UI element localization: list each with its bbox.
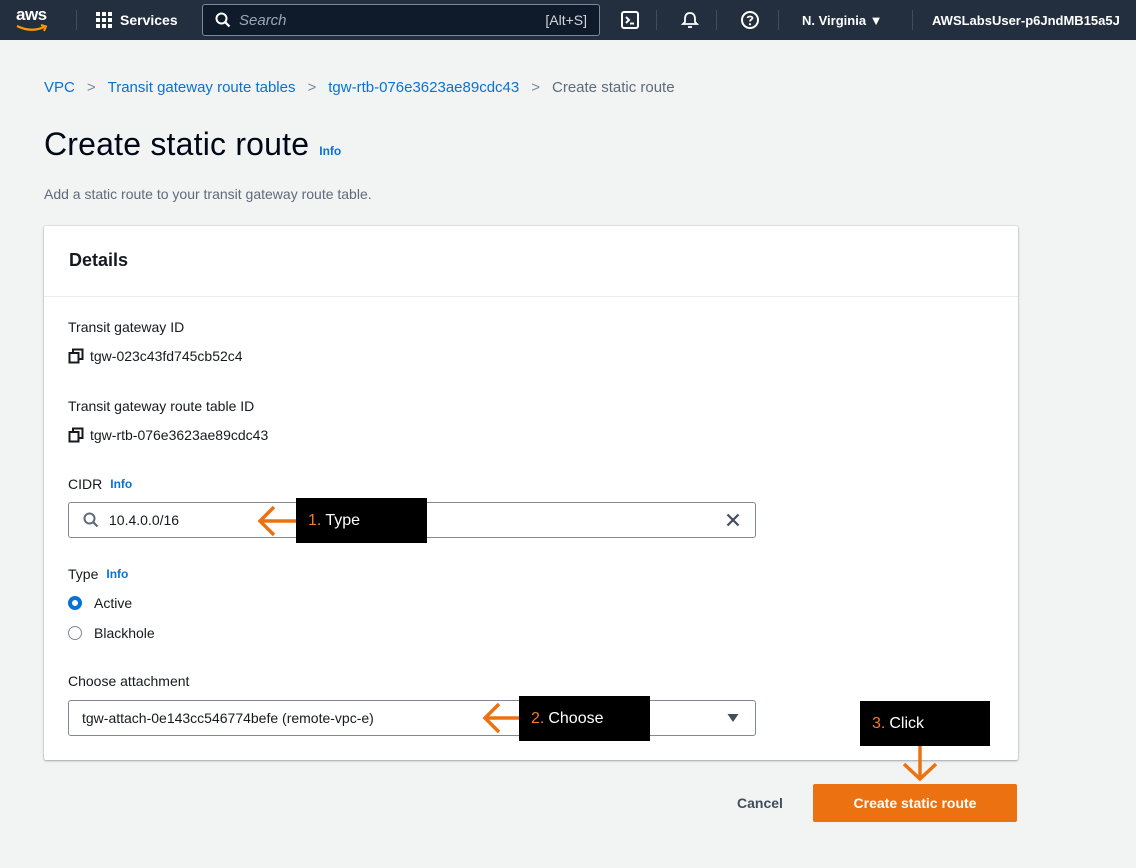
details-panel: Details Transit gateway ID tgw-023c43fd7… <box>44 226 1018 760</box>
copy-icon[interactable] <box>68 348 84 364</box>
step-3-number: 3. <box>872 714 886 732</box>
radio-checked-icon[interactable] <box>68 596 82 610</box>
aws-smile-icon <box>16 24 48 32</box>
tgw-id-value: tgw-023c43fd745cb52c4 <box>90 348 243 364</box>
breadcrumb-route-tables-link[interactable]: Transit gateway route tables <box>108 79 296 96</box>
aws-logo-text: aws <box>16 5 47 24</box>
type-option-active-label: Active <box>94 595 133 611</box>
type-label: Type Info <box>68 566 128 582</box>
help-icon[interactable] <box>738 8 762 32</box>
step-3-text: Click <box>889 714 925 732</box>
tgw-id-row: tgw-023c43fd745cb52c4 <box>68 348 243 364</box>
topbar-divider <box>912 10 913 30</box>
tgw-id-label: Transit gateway ID <box>68 319 184 335</box>
chevron-right-icon: > <box>531 78 540 96</box>
notifications-bell-icon[interactable] <box>678 8 702 32</box>
topbar-divider <box>76 10 77 30</box>
tgw-id-label-text: Transit gateway ID <box>68 319 185 335</box>
step-2-callout: 2. Choose <box>519 696 650 741</box>
attachment-label-text: Choose attachment <box>68 673 190 689</box>
attachment-select[interactable]: tgw-attach-0e143cc546774befe (remote-vpc… <box>68 700 756 736</box>
services-grid-icon <box>96 12 112 28</box>
cidr-label-text: CIDR <box>68 476 103 492</box>
breadcrumb: VPC > Transit gateway route tables > tgw… <box>44 76 675 98</box>
cancel-button[interactable]: Cancel <box>718 784 802 822</box>
page-info-link[interactable]: Info <box>319 144 341 158</box>
global-search-input[interactable] <box>239 11 546 29</box>
breadcrumb-current: Create static route <box>552 78 675 96</box>
topbar-divider <box>778 10 779 30</box>
attachment-label: Choose attachment <box>68 673 189 689</box>
services-menu-button[interactable]: Services <box>96 0 178 40</box>
arrow-left-icon <box>482 702 521 734</box>
aws-logo[interactable]: aws <box>14 4 58 36</box>
create-static-route-button[interactable]: Create static route <box>813 784 1017 822</box>
step-3-callout: 3. Click <box>860 701 990 746</box>
step-2-text: Choose <box>548 709 604 727</box>
clear-icon[interactable] <box>721 508 745 532</box>
step-2-number: 2. <box>531 709 545 727</box>
type-option-blackhole[interactable]: Blackhole <box>68 625 155 641</box>
rtb-id-row: tgw-rtb-076e3623ae89cdc43 <box>68 427 268 443</box>
page-title: Create static route <box>44 126 310 162</box>
breadcrumb-route-table-link[interactable]: tgw-rtb-076e3623ae89cdc43 <box>328 79 519 96</box>
step-1-text: Type <box>325 511 361 529</box>
details-heading: Details <box>69 250 129 270</box>
chevron-right-icon: > <box>86 78 96 96</box>
page-description: Add a static route to your transit gatew… <box>44 186 372 202</box>
cloudshell-icon[interactable] <box>618 8 642 32</box>
cidr-info-link[interactable]: Info <box>110 477 132 491</box>
search-icon <box>215 12 231 28</box>
rtb-id-label-text: Transit gateway route table ID <box>68 398 255 414</box>
cidr-label: CIDR Info <box>68 476 132 492</box>
form-actions: Cancel Create static route <box>0 784 1136 824</box>
top-nav-bar: aws Services [Alt+S] <box>0 0 1136 40</box>
arrow-left-icon <box>257 505 296 537</box>
rtb-id-label: Transit gateway route table ID <box>68 398 254 414</box>
type-option-active[interactable]: Active <box>68 595 132 611</box>
type-info-link[interactable]: Info <box>106 567 128 581</box>
breadcrumb-vpc-link[interactable]: VPC <box>44 79 75 96</box>
services-label: Services <box>120 12 178 28</box>
search-icon <box>83 512 99 528</box>
account-label: AWSLabsUser-p6JndMB15a5J <box>932 12 1120 28</box>
copy-icon[interactable] <box>68 427 84 443</box>
account-menu[interactable]: AWSLabsUser-p6JndMB15a5J <box>932 0 1120 40</box>
region-selector[interactable]: N. Virginia ▼ <box>802 0 883 40</box>
radio-unchecked-icon[interactable] <box>68 626 82 640</box>
details-panel-header: Details <box>44 226 1018 297</box>
chevron-right-icon: > <box>307 78 317 96</box>
step-1-callout: 1. Type <box>296 498 427 543</box>
caret-down-icon <box>727 714 739 722</box>
topbar-divider <box>716 10 717 30</box>
region-label: N. Virginia ▼ <box>802 12 883 28</box>
type-option-blackhole-label: Blackhole <box>94 625 155 641</box>
step-1-number: 1. <box>308 511 322 529</box>
search-shortcut-hint: [Alt+S] <box>545 12 587 28</box>
page-header: Create static route Info <box>44 126 341 163</box>
rtb-id-value: tgw-rtb-076e3623ae89cdc43 <box>90 427 269 443</box>
type-label-text: Type <box>68 566 99 582</box>
arrow-down-icon <box>902 746 938 782</box>
topbar-divider <box>656 10 657 30</box>
global-search[interactable]: [Alt+S] <box>202 4 600 36</box>
